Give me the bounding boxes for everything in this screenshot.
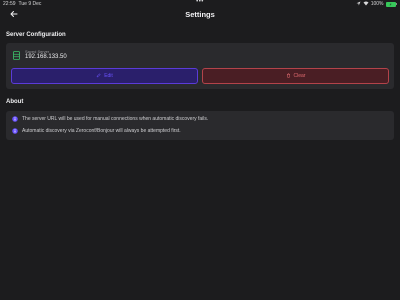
saved-server-value: 192.168.133.50 — [25, 54, 67, 60]
clear-button[interactable]: Clear — [202, 68, 389, 84]
page-title: Settings — [185, 9, 215, 19]
navigation-bar: Settings — [0, 7, 400, 21]
arrow-left-icon[interactable] — [8, 8, 20, 20]
section-title-about: About — [6, 99, 24, 105]
battery-icon: ⚡ — [385, 1, 397, 7]
info-icon — [12, 128, 18, 134]
trash-icon — [286, 73, 291, 80]
about-text: Automatic discovery via Zeroconf/Bonjour… — [22, 128, 181, 134]
info-icon — [12, 116, 18, 122]
edit-button[interactable]: Edit — [11, 68, 198, 84]
edit-label: Edit — [104, 73, 113, 79]
list-item: The server URL will be used for manual c… — [12, 116, 208, 122]
edit-icon — [96, 72, 101, 80]
saved-server-row: Saved Server 192.168.133.50 — [12, 49, 67, 61]
server-card: Saved Server 192.168.133.50 Edit Clear — [6, 43, 394, 89]
section-title-server: Server Configuration — [6, 32, 66, 38]
multitask-dots-icon[interactable]: ••• — [196, 0, 204, 5]
server-icon — [12, 50, 20, 60]
clear-label: Clear — [293, 73, 306, 79]
list-item: Automatic discovery via Zeroconf/Bonjour… — [12, 128, 181, 134]
about-text: The server URL will be used for manual c… — [22, 116, 209, 122]
about-card: The server URL will be used for manual c… — [6, 111, 394, 140]
